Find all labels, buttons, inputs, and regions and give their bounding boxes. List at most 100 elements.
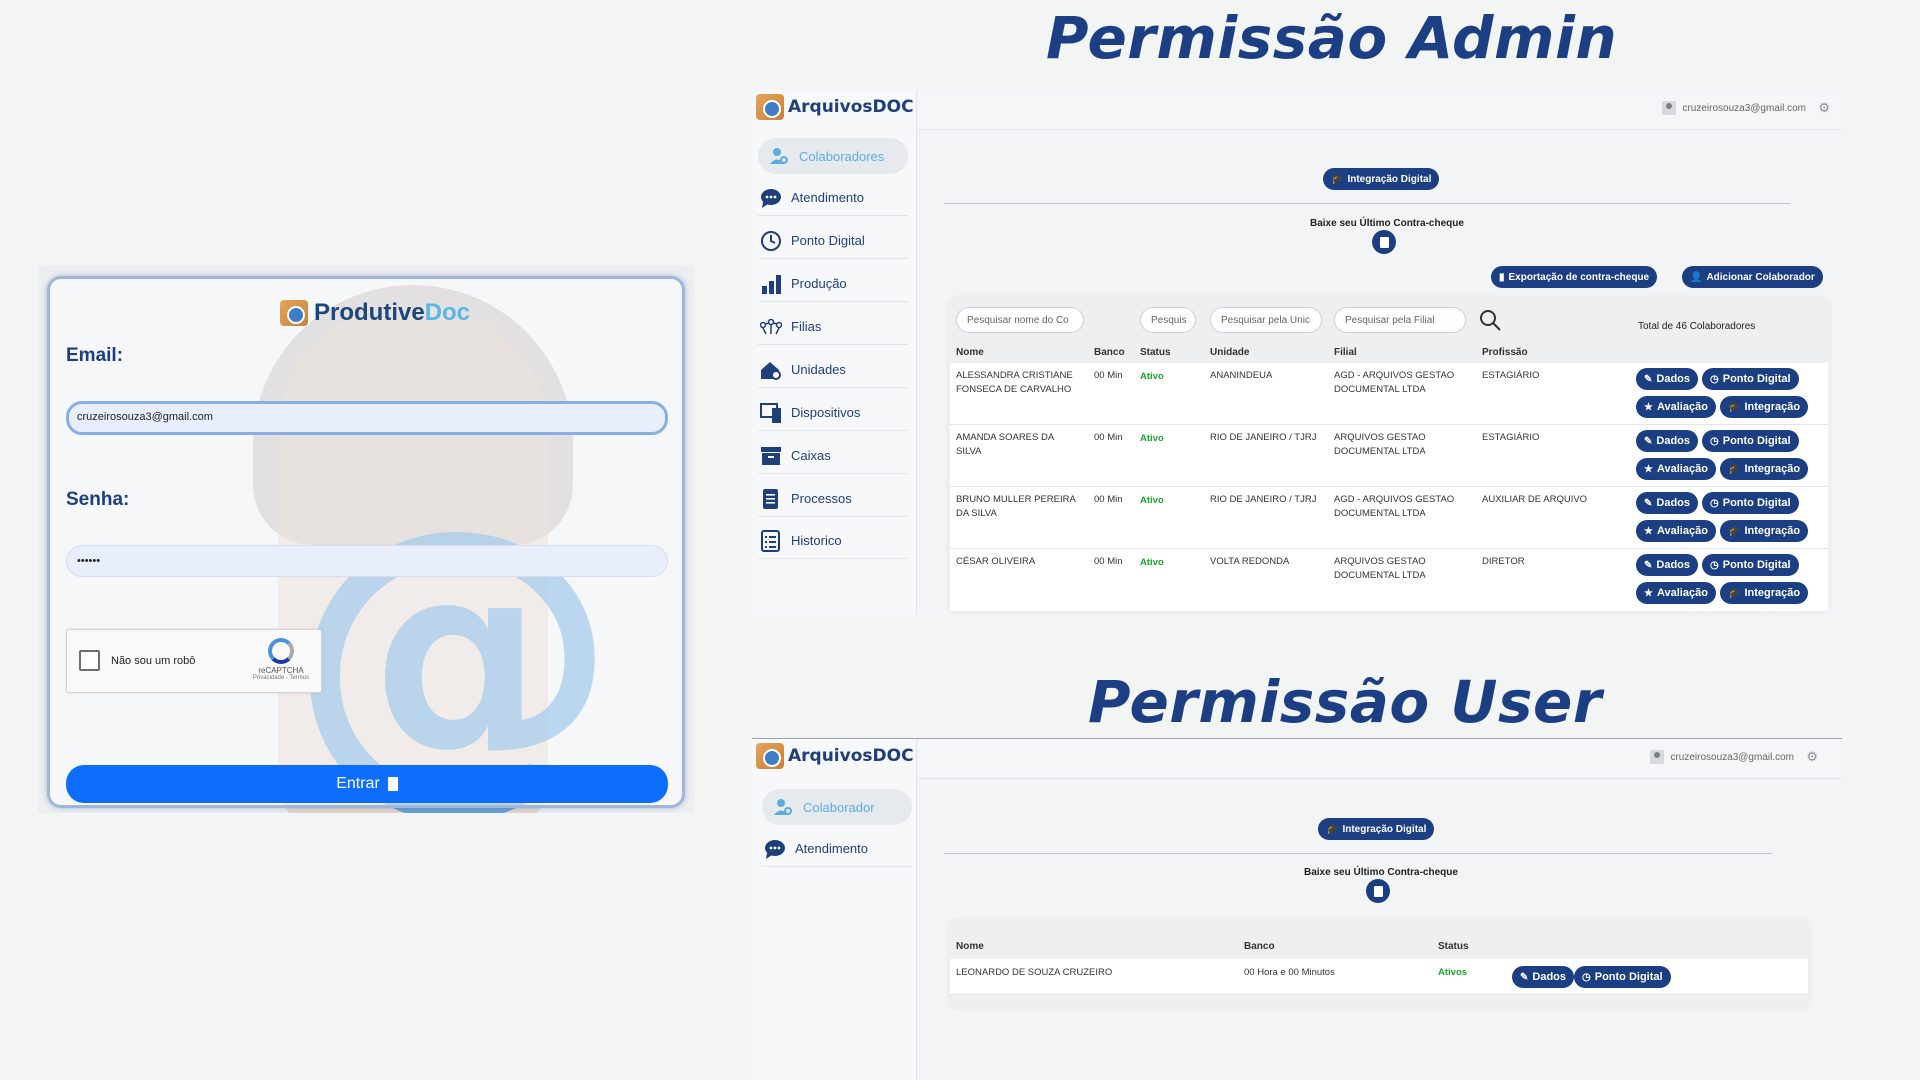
user-section-title: Permissão User — [1088, 668, 1602, 736]
avatar-icon — [1650, 750, 1665, 764]
integracao-button[interactable]: 🎓 Integração — [1720, 458, 1809, 480]
integracao-button[interactable]: 🎓 Integração — [1720, 396, 1809, 418]
integracao-button[interactable]: 🎓 Integração — [1720, 520, 1809, 542]
file-icon — [1373, 885, 1383, 897]
ponto-digital-button[interactable]: ◷ Ponto Digital — [1574, 966, 1671, 988]
download-payslip-button[interactable] — [1372, 230, 1396, 254]
dados-button[interactable]: ✎ Dados — [1636, 554, 1699, 576]
edit-icon: ✎ — [1644, 373, 1653, 385]
sidebar-item-colaborador[interactable]: Colaborador — [762, 789, 912, 825]
sidebar-item-label: Filias — [791, 319, 822, 334]
search-unit-input[interactable]: Pesquisar pela Unic — [1210, 307, 1322, 333]
avaliacao-button[interactable]: ★ Avaliação — [1636, 582, 1716, 604]
integracao-label: Integração — [1744, 401, 1801, 413]
user-gear-icon — [768, 145, 790, 167]
ponto-digital-button[interactable]: ◷ Ponto Digital — [1702, 554, 1799, 576]
recaptcha-icon — [268, 638, 294, 664]
arquivosdoc-logo: ArquivosDOC — [756, 743, 914, 769]
star-icon: ★ — [1644, 525, 1653, 537]
cell-nome: CÉSAR OLIVEIRA — [956, 556, 1036, 567]
cell-banco: 00 Min — [1094, 370, 1123, 381]
avaliacao-button[interactable]: ★ Avaliação — [1636, 458, 1716, 480]
divider — [944, 203, 1790, 204]
dados-button[interactable]: ✎ Dados — [1512, 966, 1575, 988]
sidebar-item-label: Colaboradores — [799, 148, 885, 164]
user-menu[interactable]: cruzeirosouza3@gmail.com — [1650, 750, 1794, 764]
admin-section-title: Permissão Admin — [1046, 4, 1618, 72]
status-badge: Ativo — [1140, 433, 1164, 444]
clock-icon: ◷ — [1710, 435, 1719, 447]
cell-nome: ALESSANDRA CRISTIANE FONSECA DE CARVALHO — [956, 370, 1073, 395]
clock-icon: ◷ — [1710, 559, 1719, 571]
user-menu[interactable]: cruzeirosouza3@gmail.com — [1662, 101, 1806, 115]
gear-icon[interactable]: ⚙ — [1806, 749, 1818, 765]
brand-accent-text: Doc — [424, 299, 471, 326]
dados-button[interactable]: ✎ Dados — [1636, 430, 1699, 452]
add-label: Adicionar Colaborador — [1706, 271, 1815, 283]
sidebar-item-atendimento[interactable]: Atendimento — [758, 180, 908, 216]
column-header-nome: Nome — [956, 941, 984, 952]
cell-profissao: ESTAGIÁRIO — [1482, 432, 1540, 443]
sidebar-item-processos[interactable]: Processos — [758, 481, 908, 517]
cell-profissao: AUXILIAR DE ARQUIVO — [1482, 494, 1588, 505]
ponto-digital-button[interactable]: ◷ Ponto Digital — [1702, 368, 1799, 390]
gear-icon[interactable]: ⚙ — [1818, 100, 1830, 116]
cell-banco: 00 Min — [1094, 432, 1123, 443]
integracao-button[interactable]: 🎓 Integração — [1720, 582, 1809, 604]
sidebar-item-producao[interactable]: Produção — [758, 266, 908, 302]
password-field[interactable]: •••••• — [66, 545, 668, 577]
avaliacao-button[interactable]: ★ Avaliação — [1636, 520, 1716, 542]
dados-label: Dados — [1532, 971, 1567, 983]
login-panel: @ ProdutiveDoc Email: cruzeirosouza3@gma… — [38, 265, 694, 813]
sidebar-item-filias[interactable]: Filias — [758, 309, 908, 345]
sidebar-item-unidades[interactable]: Unidades — [758, 352, 908, 388]
search-status-input[interactable]: Pesquis — [1140, 307, 1196, 333]
clock-icon: ◷ — [1582, 971, 1591, 983]
download-payslip-button[interactable] — [1366, 879, 1390, 903]
integration-label: Integração Digital — [1347, 173, 1432, 185]
search-branch-input[interactable]: Pesquisar pela Filial — [1334, 307, 1466, 333]
payslip-label: Baixe seu Último Contra-cheque — [1310, 218, 1464, 229]
sidebar-item-label: Historico — [791, 533, 842, 548]
sidebar-item-dispositivos[interactable]: Dispositivos — [758, 395, 908, 431]
sidebar-item-label: Dispositivos — [791, 405, 861, 420]
dados-button[interactable]: ✎ Dados — [1636, 492, 1699, 514]
search-icon[interactable] — [1478, 308, 1502, 337]
avaliacao-label: Avaliação — [1656, 463, 1708, 475]
enter-button[interactable]: Entrar — [66, 765, 668, 803]
sidebar-item-colaboradores[interactable]: Colaboradores — [758, 138, 908, 174]
sidebar-item-historico[interactable]: Historico — [758, 523, 908, 559]
integration-button[interactable]: 🎓 Integração Digital — [1323, 168, 1440, 190]
cell-unidade: ANANINDEUA — [1210, 370, 1273, 381]
admin-topbar: cruzeirosouza3@gmail.com ⚙ — [918, 90, 1842, 130]
ponto-digital-button[interactable]: ◷ Ponto Digital — [1702, 430, 1799, 452]
dados-button[interactable]: ✎ Dados — [1636, 368, 1699, 390]
graduation-cap-icon: 🎓 — [1728, 587, 1741, 599]
add-colaborador-button[interactable]: 👤 Adicionar Colaborador — [1682, 266, 1823, 288]
archive-icon — [760, 445, 782, 467]
ponto-digital-button[interactable]: ◷ Ponto Digital — [1702, 492, 1799, 514]
clock-icon: ◷ — [1710, 497, 1719, 509]
clock-icon — [760, 230, 782, 252]
export-payslip-button[interactable]: ▮ Exportação de contra-cheque — [1491, 266, 1658, 288]
recaptcha-links[interactable]: Privacidade - Termos — [251, 675, 311, 681]
avaliacao-button[interactable]: ★ Avaliação — [1636, 396, 1716, 418]
sidebar-item-atendimento[interactable]: Atendimento — [762, 831, 912, 867]
document-icon — [760, 488, 782, 510]
avaliacao-label: Avaliação — [1656, 587, 1708, 599]
sidebar-item-label: Produção — [791, 276, 847, 291]
cell-nome: LEONARDO DE SOUZA CRUZEIRO — [956, 967, 1113, 978]
user-app-window: ArquivosDOC Colaborador Atendimento cruz… — [752, 738, 1842, 1080]
login-card: ProdutiveDoc Email: cruzeirosouza3@gmail… — [47, 276, 685, 808]
captcha-checkbox[interactable] — [79, 650, 100, 671]
avaliacao-label: Avaliação — [1656, 401, 1708, 413]
cell-unidade: VOLTA REDONDA — [1210, 556, 1290, 567]
integration-button[interactable]: 🎓 Integração Digital — [1318, 818, 1435, 840]
recaptcha-brand: reCAPTCHA — [258, 666, 304, 675]
email-field[interactable]: cruzeirosouza3@gmail.com — [66, 401, 668, 435]
star-icon: ★ — [1644, 401, 1653, 413]
avatar-icon — [1662, 101, 1677, 115]
search-name-input[interactable]: Pesquisar nome do Co — [956, 307, 1084, 333]
sidebar-item-caixas[interactable]: Caixas — [758, 438, 908, 474]
sidebar-item-ponto-digital[interactable]: Ponto Digital — [758, 223, 908, 259]
